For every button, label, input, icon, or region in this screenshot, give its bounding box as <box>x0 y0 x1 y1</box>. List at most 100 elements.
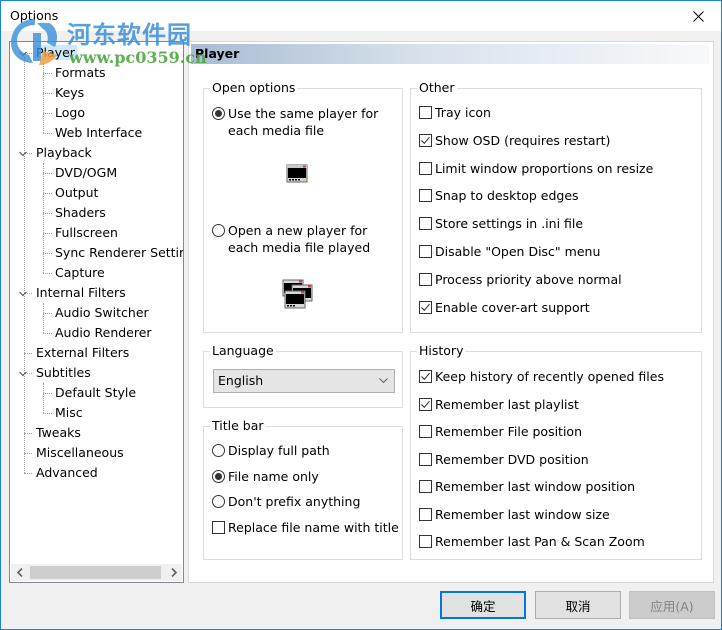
tree-connector <box>43 233 52 234</box>
tree-spine <box>24 57 25 473</box>
checkbox-unchecked[interactable] <box>419 452 432 466</box>
checkbox-unchecked[interactable] <box>419 189 432 203</box>
tree-item[interactable]: Advanced <box>34 463 100 483</box>
scroll-thumb[interactable] <box>30 566 161 579</box>
tree-item[interactable]: Player <box>34 43 77 63</box>
title-bar-group: Title bar Display full path File name onl… <box>203 418 403 560</box>
tree-item[interactable]: Misc <box>53 403 85 423</box>
language-title: Language <box>210 343 276 359</box>
checkbox-unchecked[interactable] <box>212 520 225 534</box>
tree-connector <box>43 73 52 74</box>
title-bar-title: Title bar <box>210 418 266 434</box>
ok-button[interactable]: 确定 <box>440 591 526 619</box>
checkbox-unchecked[interactable] <box>419 507 432 521</box>
checkbox-unchecked[interactable] <box>419 106 432 119</box>
other-title: Other <box>417 80 457 96</box>
expand-chevron-icon[interactable] <box>18 148 28 158</box>
tree-connector <box>43 133 52 134</box>
tree-connector <box>43 113 52 114</box>
tree-branch-line <box>43 163 44 273</box>
scroll-left-button[interactable] <box>11 564 28 581</box>
tree-branch-line <box>43 303 44 333</box>
tree-connector <box>43 193 52 194</box>
options-tree[interactable]: Player Formats Keys Logo Web Interface Playba… <box>9 41 184 583</box>
radio-indicator[interactable] <box>212 224 225 237</box>
tree-branch-line <box>43 383 44 413</box>
tree-connector <box>24 433 32 434</box>
chevron-right-icon <box>170 568 177 577</box>
tree-item[interactable]: Tweaks <box>34 423 83 443</box>
options-dialog: Options Player Formats Keys Logo Web Interfa… <box>0 0 722 630</box>
tree-item[interactable]: Sync Renderer Setting <box>53 243 183 263</box>
history-title: History <box>417 343 466 359</box>
tree-item[interactable]: Playback <box>34 143 94 163</box>
history-group: History Keep history of recently opened … <box>410 343 702 560</box>
tree-item[interactable]: Internal Filters <box>34 283 128 303</box>
checkbox-unchecked[interactable] <box>419 245 432 258</box>
expand-chevron-icon[interactable] <box>18 368 28 378</box>
settings-panel: Player Open options Use the same player … <box>188 41 714 583</box>
checkbox-unchecked[interactable] <box>419 272 432 286</box>
checkbox-unchecked[interactable] <box>419 535 432 548</box>
other-group: Other Tray icon Show OSD (requires restar… <box>410 80 702 333</box>
panel-header: Player <box>191 44 709 64</box>
scroll-right-button[interactable] <box>165 564 182 581</box>
tree-connector <box>43 333 52 334</box>
tree-item[interactable]: Miscellaneous <box>34 443 126 463</box>
tree-branch-line <box>43 63 44 133</box>
tree-item[interactable]: Web Interface <box>53 123 144 143</box>
checkbox-unchecked[interactable] <box>419 480 432 493</box>
checkbox-checked[interactable] <box>419 300 432 314</box>
tree-item[interactable]: Audio Renderer <box>53 323 154 343</box>
chevron-left-icon <box>16 568 23 577</box>
radio-indicator[interactable] <box>212 107 225 120</box>
tree-connector <box>43 253 52 254</box>
checkbox-checked[interactable] <box>419 133 432 147</box>
language-group: Language English <box>203 343 403 408</box>
tree-connector <box>43 313 52 314</box>
window-title: Options <box>10 8 59 23</box>
tree-item[interactable]: Output <box>53 183 100 203</box>
checkbox-checked[interactable] <box>419 397 432 411</box>
tree-connector <box>43 93 52 94</box>
close-button[interactable] <box>675 1 721 31</box>
cancel-button[interactable]: 取消 <box>535 591 621 619</box>
tree-horizontal-scrollbar[interactable] <box>11 564 182 581</box>
radio-indicator[interactable] <box>212 444 225 457</box>
radio-same-player[interactable]: Use the same player for each media file <box>212 105 397 141</box>
tree-item[interactable]: External Filters <box>34 343 131 363</box>
tree-connector <box>43 173 52 174</box>
open-options-title: Open options <box>210 80 298 96</box>
tree-item[interactable]: Fullscreen <box>53 223 120 243</box>
tree-item[interactable]: Audio Switcher <box>53 303 151 323</box>
radio-new-player[interactable]: Open a new player for each media file pl… <box>212 222 397 258</box>
expand-chevron-icon[interactable] <box>18 48 28 58</box>
radio-indicator[interactable] <box>212 495 225 508</box>
language-selected-value: English <box>218 373 264 388</box>
checkbox-unchecked[interactable] <box>419 425 432 438</box>
tree-item[interactable]: Logo <box>53 103 87 123</box>
tree-connector <box>43 393 52 394</box>
chevron-down-icon <box>379 378 388 384</box>
tree-connector <box>43 213 52 214</box>
open-options-group: Open options Use the same player for eac… <box>203 80 403 333</box>
tree-item[interactable]: DVD/OGM <box>53 163 119 183</box>
radio-indicator[interactable] <box>212 469 225 483</box>
apply-button[interactable]: 应用(A) <box>629 591 715 619</box>
tree-connector <box>24 453 32 454</box>
tree-item[interactable]: Formats <box>53 63 108 83</box>
tree-connector <box>43 273 52 274</box>
tree-connector <box>24 473 32 474</box>
checkbox-unchecked[interactable] <box>419 217 432 231</box>
tree-item[interactable]: Default Style <box>53 383 138 403</box>
checkbox-unchecked[interactable] <box>419 161 432 175</box>
expand-chevron-icon[interactable] <box>18 288 28 298</box>
tree-item[interactable]: Keys <box>53 83 86 103</box>
tree-item[interactable]: Shaders <box>53 203 108 223</box>
tree-connector <box>24 353 32 354</box>
tree-item[interactable]: Subtitles <box>34 363 93 383</box>
language-select[interactable]: English <box>213 369 395 393</box>
tree-item[interactable]: Capture <box>53 263 107 283</box>
close-icon <box>692 10 704 22</box>
checkbox-checked[interactable] <box>419 370 432 383</box>
